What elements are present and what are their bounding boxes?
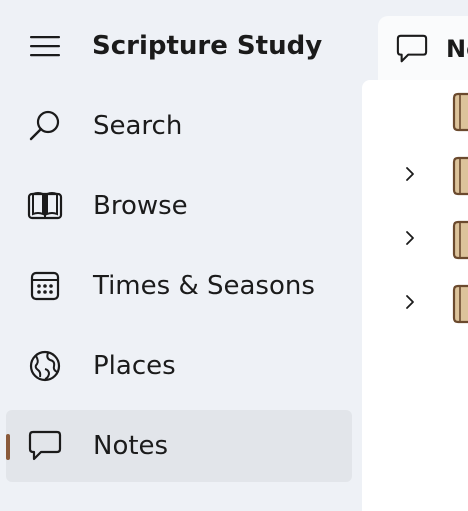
comment-icon <box>24 426 66 466</box>
selection-indicator <box>6 434 10 460</box>
hamburger-menu-button[interactable] <box>22 24 68 68</box>
chevron-right-icon[interactable] <box>402 292 418 312</box>
folder-icon <box>452 156 468 196</box>
app-title: Scripture Study <box>92 31 323 61</box>
folder-icon <box>452 92 468 132</box>
app-window: Scripture Study Search Browse Times & Se… <box>0 0 468 511</box>
globe-icon <box>24 346 66 386</box>
nav-item-label: Search <box>93 111 183 141</box>
comment-icon <box>394 32 430 66</box>
nav-item-places[interactable]: Places <box>6 330 352 402</box>
nav-item-label: Browse <box>93 191 188 221</box>
tree-row[interactable] <box>362 86 468 134</box>
nav-item-search[interactable]: Search <box>6 90 352 162</box>
calendar-icon <box>24 266 66 306</box>
nav-item-browse[interactable]: Browse <box>6 170 352 242</box>
nav-header: Scripture Study <box>0 0 362 92</box>
tab-strip: No <box>362 0 468 80</box>
nav-item-label: Places <box>93 351 176 381</box>
nav-item-label: Notes <box>93 431 169 461</box>
chevron-right-icon[interactable] <box>402 164 418 184</box>
tree-row[interactable] <box>362 278 468 326</box>
tree-row[interactable] <box>362 150 468 198</box>
tab-notes[interactable]: No <box>378 16 468 80</box>
tree-row[interactable] <box>362 214 468 262</box>
folder-icon <box>452 220 468 260</box>
tab-label: No <box>446 35 468 63</box>
search-icon <box>24 106 66 146</box>
nav-item-notes[interactable]: Notes <box>6 410 352 482</box>
chevron-right-icon[interactable] <box>402 228 418 248</box>
hamburger-menu-icon <box>30 36 60 57</box>
folder-icon <box>452 284 468 324</box>
nav-item-label: Times & Seasons <box>93 271 315 301</box>
navigation-pane: Scripture Study Search Browse Times & Se… <box>0 0 362 511</box>
book-open-icon <box>24 186 66 226</box>
nav-item-times-seasons[interactable]: Times & Seasons <box>6 250 352 322</box>
